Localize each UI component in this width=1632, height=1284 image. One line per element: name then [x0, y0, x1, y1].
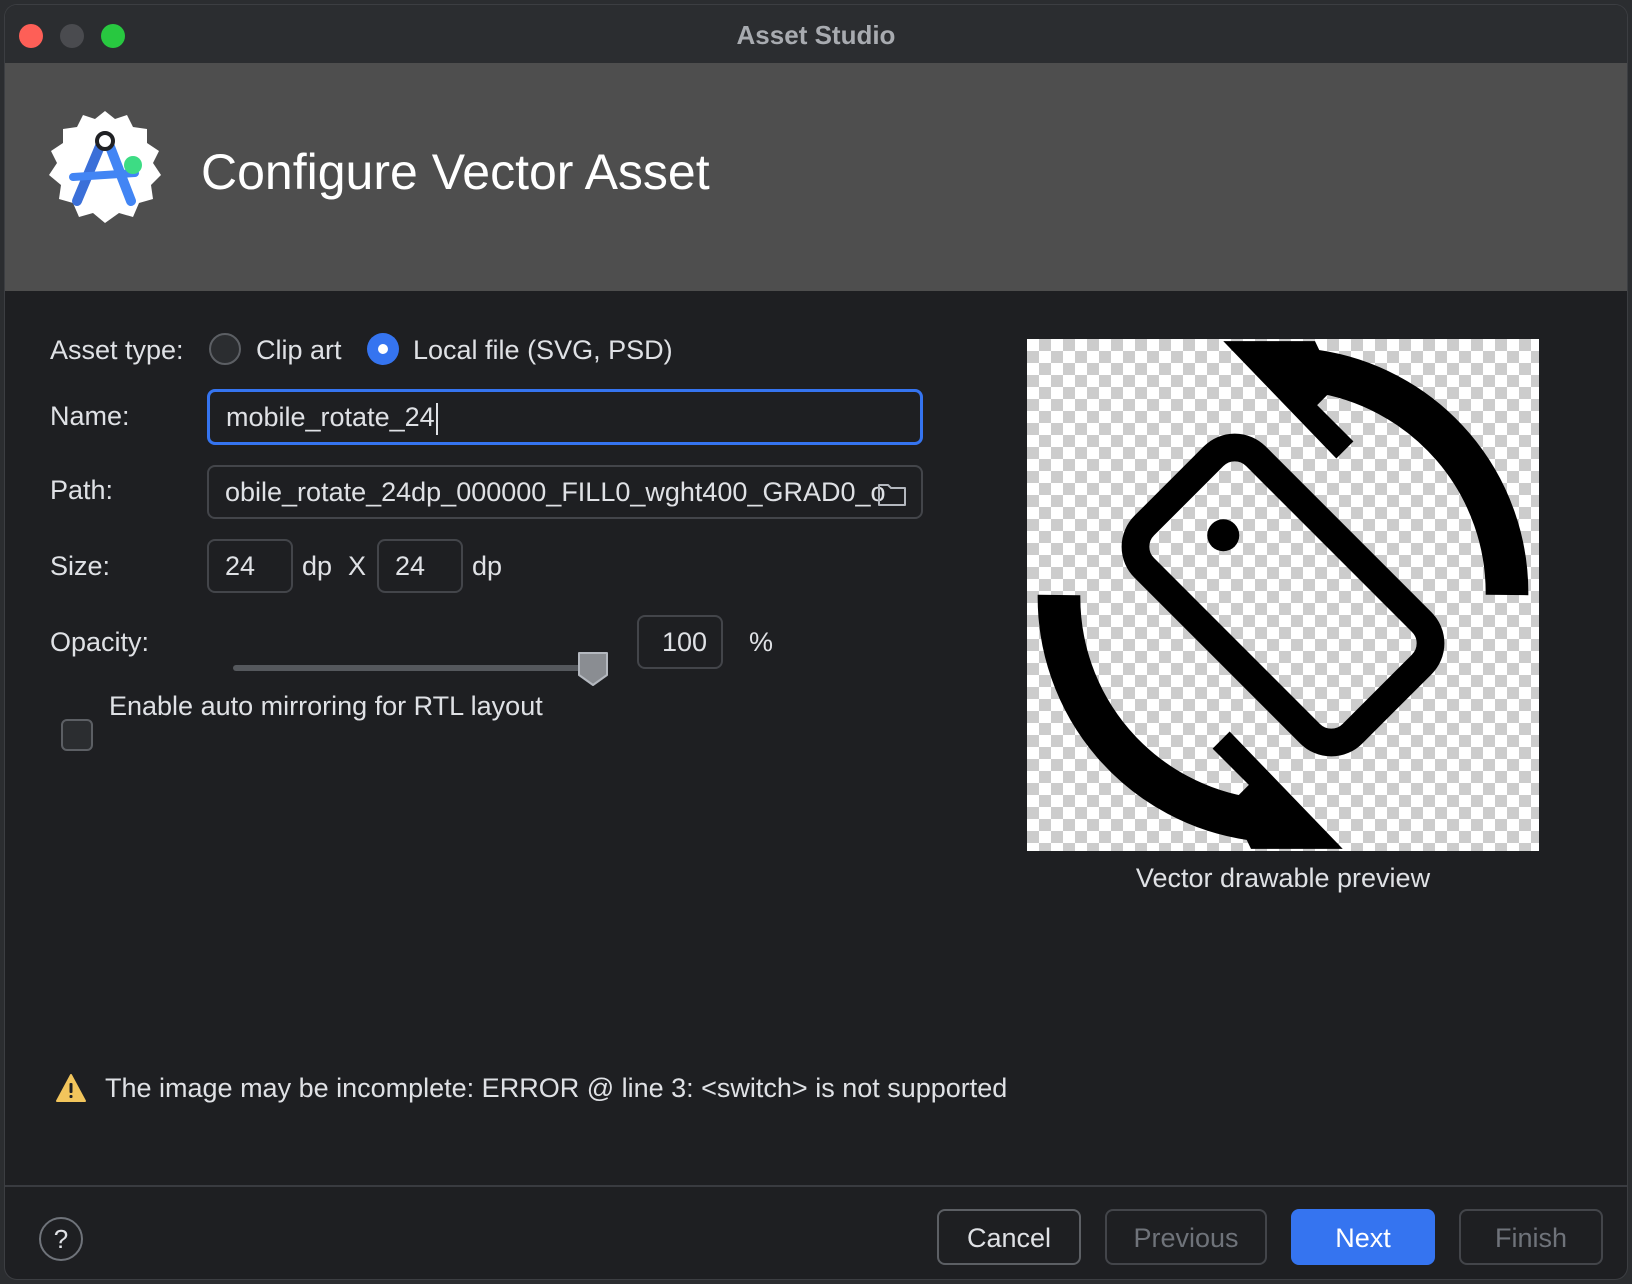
- size-height-value: 24: [395, 551, 426, 581]
- cancel-button[interactable]: Cancel: [937, 1209, 1081, 1265]
- path-input[interactable]: obile_rotate_24dp_000000_FILL0_wght400_G…: [207, 465, 923, 519]
- asset-studio-window: Asset Studio Configure Vector Asset Asse…: [5, 5, 1627, 1279]
- page-title: Configure Vector Asset: [201, 144, 710, 200]
- opacity-slider-track[interactable]: [233, 665, 593, 671]
- path-input-value: obile_rotate_24dp_000000_FILL0_wght400_G…: [225, 477, 886, 507]
- folder-icon[interactable]: [877, 481, 907, 507]
- opacity-value: 100: [661, 627, 707, 657]
- previous-button[interactable]: Previous: [1105, 1209, 1267, 1265]
- title-bar: Asset Studio: [5, 5, 1627, 63]
- clip-art-radio[interactable]: [209, 333, 241, 365]
- android-studio-logo-icon: [49, 111, 161, 223]
- name-input-value: mobile_rotate_24: [226, 402, 435, 432]
- size-separator: X: [348, 551, 367, 581]
- mobile-rotate-icon: [1037, 341, 1529, 849]
- window-title: Asset Studio: [736, 20, 896, 50]
- size-height-input[interactable]: 24: [377, 539, 463, 593]
- next-button[interactable]: Next: [1291, 1209, 1435, 1265]
- opacity-slider-thumb[interactable]: [577, 651, 609, 687]
- footer-divider: [5, 1185, 1627, 1187]
- name-input[interactable]: mobile_rotate_24: [207, 389, 923, 445]
- header-banner: Configure Vector Asset: [5, 63, 1627, 291]
- size-label: Size:: [50, 551, 111, 581]
- size-width-input[interactable]: 24: [207, 539, 293, 593]
- auto-mirroring-checkbox[interactable]: [61, 719, 93, 751]
- opacity-label: Opacity:: [50, 627, 150, 657]
- preview-caption: Vector drawable preview: [1135, 863, 1431, 893]
- local-file-radio[interactable]: [367, 333, 399, 365]
- auto-mirroring-label[interactable]: Enable auto mirroring for RTL layout: [109, 691, 543, 722]
- help-button[interactable]: ?: [39, 1217, 83, 1261]
- size-width-value: 24: [225, 551, 256, 581]
- size-width-unit: dp: [302, 551, 333, 581]
- opacity-unit: %: [749, 627, 774, 657]
- path-label: Path:: [50, 475, 114, 505]
- warning-icon: [56, 1074, 86, 1102]
- vector-preview: [1027, 339, 1539, 851]
- size-height-unit: dp: [472, 551, 503, 581]
- finish-button[interactable]: Finish: [1459, 1209, 1603, 1265]
- clip-art-label[interactable]: Clip art: [256, 335, 342, 366]
- asset-type-label: Asset type:: [50, 335, 184, 365]
- local-file-label[interactable]: Local file (SVG, PSD): [413, 335, 673, 366]
- warning-message: The image may be incomplete: ERROR @ lin…: [105, 1073, 1008, 1103]
- opacity-input[interactable]: 100: [637, 615, 723, 669]
- name-label: Name:: [50, 401, 130, 431]
- text-caret: [435, 402, 438, 435]
